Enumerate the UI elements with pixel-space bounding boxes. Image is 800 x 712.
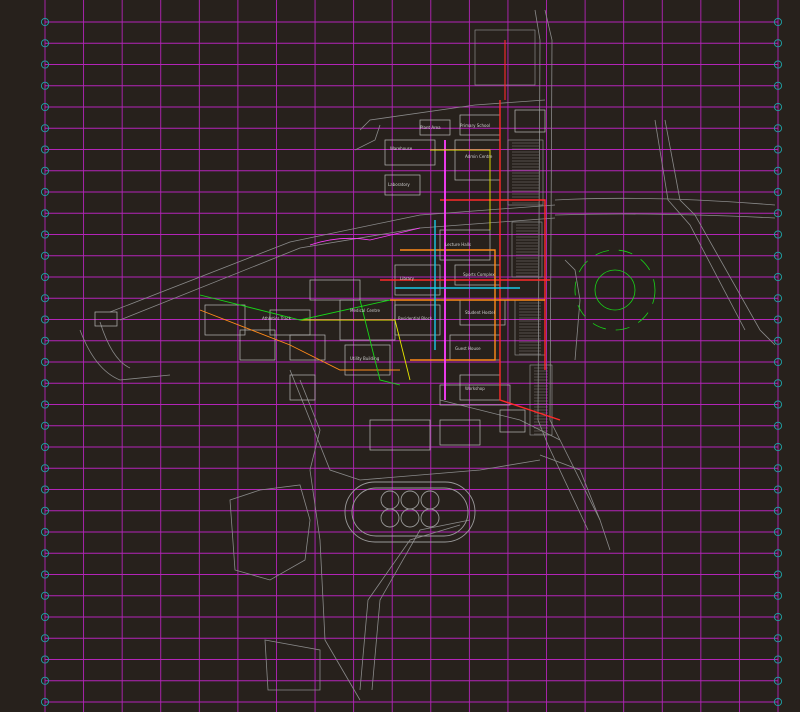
site-label: Residential Block (398, 316, 433, 321)
site-label: Laboratory (388, 182, 410, 187)
site-label: Plant Area (420, 125, 441, 130)
site-label: Lecture Halls (445, 242, 471, 247)
site-label: Workshop (465, 386, 485, 391)
site-label: Warehouse (390, 146, 413, 151)
site-label: Library (400, 276, 415, 281)
site-label: Sports Complex (463, 272, 495, 277)
site-plan-canvas: Primary School Plant Area Warehouse Admin C… (0, 0, 800, 712)
site-label: Admin Centre (465, 154, 493, 159)
site-label: Utility Building (350, 356, 380, 361)
site-label: Student Hostel (465, 310, 495, 315)
site-label: Primary School (460, 123, 490, 128)
site-label: Medical Centre (350, 308, 381, 313)
site-label: Guest House (455, 346, 481, 351)
site-label: Athletics Track (262, 316, 292, 321)
